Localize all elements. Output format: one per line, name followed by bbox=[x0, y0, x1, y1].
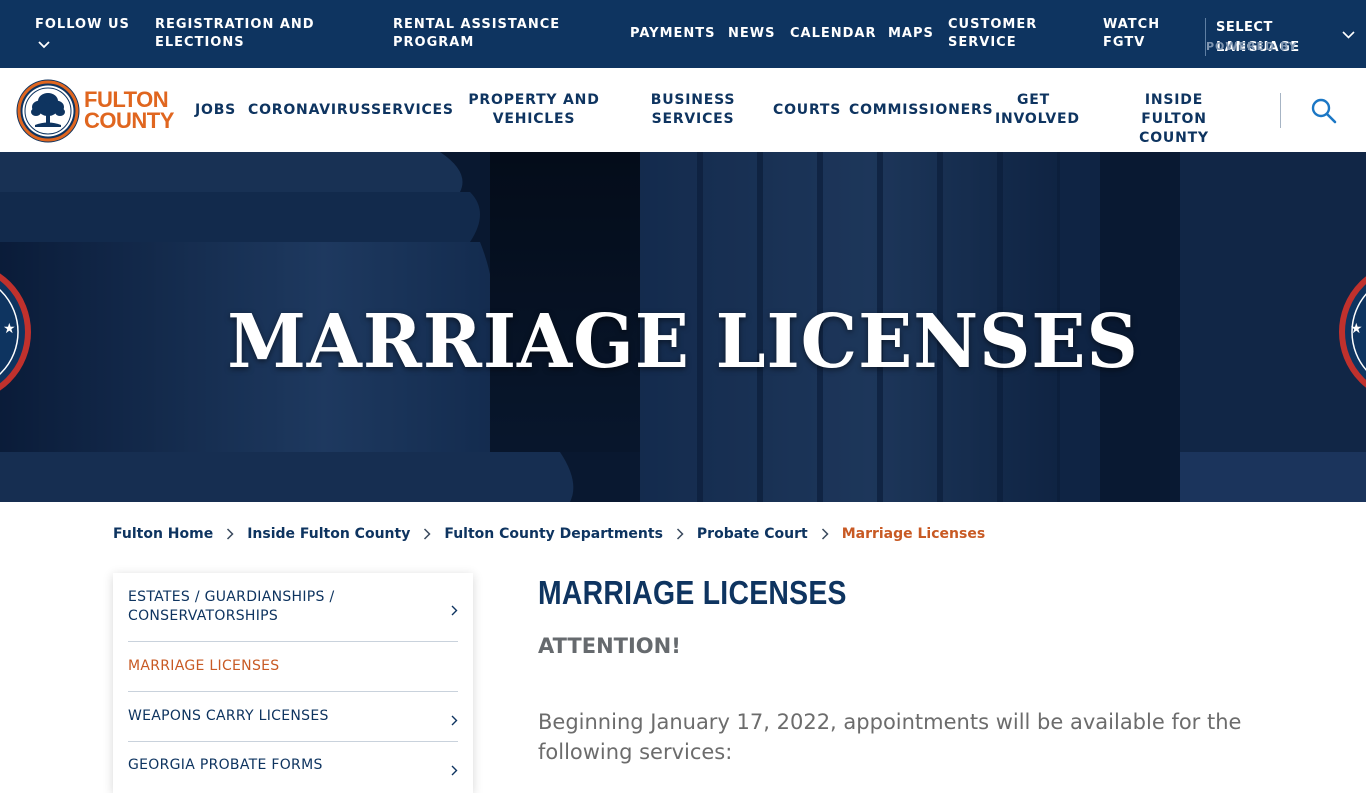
follow-us-label: FOLLOW US bbox=[35, 17, 130, 32]
page-title: MARRIAGE LICENSES bbox=[538, 574, 847, 611]
sidebar-item-label: ESTATES / GUARDIANSHIPS / CONSERVATORSHI… bbox=[128, 589, 335, 624]
nav-item-courts[interactable]: COURTS bbox=[773, 101, 841, 120]
nav-item-business-services[interactable]: BUSINESS SERVICES bbox=[642, 91, 744, 129]
breadcrumb-fulton-county-departments[interactable]: Fulton County Departments bbox=[444, 524, 663, 544]
language-selector[interactable]: SELECT LANGUAGE POWERED BY bbox=[1205, 18, 1355, 56]
topbar-link-watch-fgtv[interactable]: WATCH FGTV bbox=[1103, 16, 1173, 52]
sidebar-menu: ESTATES / GUARDIANSHIPS / CONSERVATORSHI… bbox=[113, 573, 473, 793]
sidebar-item-label: MARRIAGE LICENSES bbox=[128, 658, 280, 674]
nav-item-property-vehicles[interactable]: PROPERTY AND VEHICLES bbox=[465, 91, 603, 129]
nav-item-services[interactable]: SERVICES bbox=[371, 101, 454, 120]
sidebar-item-marriage-licenses[interactable]: MARRIAGE LICENSES bbox=[128, 642, 458, 692]
topbar-link-customer-service[interactable]: CUSTOMER SERVICE bbox=[948, 16, 1053, 52]
breadcrumb-current-page: Marriage Licenses bbox=[841, 526, 986, 542]
nav-item-coronavirus[interactable]: CORONAVIRUS bbox=[248, 101, 372, 120]
svg-text:★: ★ bbox=[3, 321, 16, 337]
logo-line-1: FULTON bbox=[84, 87, 169, 112]
topbar-link-rental-assistance[interactable]: RENTAL ASSISTANCE PROGRAM bbox=[393, 16, 568, 52]
chevron-down-icon bbox=[1342, 24, 1355, 43]
topbar-link-calendar[interactable]: CALENDAR bbox=[790, 25, 877, 43]
breadcrumb-fulton-home[interactable]: Fulton Home bbox=[113, 524, 213, 544]
chevron-right-icon bbox=[451, 601, 458, 620]
breadcrumb-probate-court[interactable]: Probate Court bbox=[697, 524, 808, 544]
hero-banner: ★ ★ MARRIAGE LICENSES bbox=[0, 152, 1366, 502]
main-navigation: FULTON COUNTY JOBS CORONAVIRUS SERVICES … bbox=[0, 68, 1366, 152]
chevron-right-icon bbox=[451, 711, 458, 730]
fulton-county-logo[interactable]: FULTON COUNTY bbox=[15, 78, 180, 143]
breadcrumb: Fulton Home Inside Fulton County Fulton … bbox=[113, 524, 985, 544]
utility-bar: FOLLOW US REGISTRATION AND ELECTIONS REN… bbox=[0, 0, 1366, 68]
content-paragraph: Beginning January 17, 2022, appointments… bbox=[538, 710, 1242, 764]
logo-line-2: COUNTY bbox=[84, 108, 174, 133]
chevron-down-icon bbox=[38, 37, 130, 55]
seal-icon bbox=[16, 79, 80, 143]
chevron-right-icon bbox=[213, 525, 247, 544]
powered-by-label: POWERED BY bbox=[1206, 40, 1298, 53]
hero-title: MARRIAGE LICENSES bbox=[227, 299, 1139, 385]
nav-item-get-involved[interactable]: GET INVOLVED bbox=[995, 91, 1079, 129]
follow-us-button[interactable]: FOLLOW US bbox=[35, 16, 130, 55]
nav-item-jobs[interactable]: JOBS bbox=[195, 101, 236, 120]
search-icon bbox=[1311, 98, 1337, 124]
chevron-right-icon bbox=[808, 525, 842, 544]
topbar-link-news[interactable]: NEWS bbox=[728, 25, 775, 43]
topbar-link-registration-elections[interactable]: REGISTRATION AND ELECTIONS bbox=[155, 16, 330, 52]
sidebar-item-georgia-probate-forms[interactable]: GEORGIA PROBATE FORMS bbox=[128, 742, 458, 792]
topbar-link-maps[interactable]: MAPS bbox=[888, 25, 934, 43]
sidebar-item-weapons-carry[interactable]: WEAPONS CARRY LICENSES bbox=[128, 692, 458, 742]
chevron-right-icon bbox=[410, 525, 444, 544]
logo-wordmark: FULTON COUNTY bbox=[84, 87, 174, 133]
breadcrumb-inside-fulton-county[interactable]: Inside Fulton County bbox=[247, 524, 410, 544]
chevron-right-icon bbox=[451, 761, 458, 780]
nav-divider bbox=[1280, 93, 1281, 128]
svg-text:★: ★ bbox=[1350, 321, 1363, 337]
topbar-link-payments[interactable]: PAYMENTS bbox=[630, 25, 716, 43]
nav-item-inside-fulton-county[interactable]: INSIDE FULTON COUNTY bbox=[1114, 91, 1234, 148]
search-button[interactable] bbox=[1310, 97, 1338, 125]
sidebar-item-label: WEAPONS CARRY LICENSES bbox=[128, 708, 329, 724]
chevron-right-icon bbox=[663, 525, 697, 544]
sidebar-item-label: GEORGIA PROBATE FORMS bbox=[128, 757, 323, 773]
nav-item-commissioners[interactable]: COMMISSIONERS bbox=[849, 101, 993, 120]
sidebar-item-estates[interactable]: ESTATES / GUARDIANSHIPS / CONSERVATORSHI… bbox=[128, 573, 458, 642]
attention-heading: ATTENTION! bbox=[538, 634, 681, 658]
